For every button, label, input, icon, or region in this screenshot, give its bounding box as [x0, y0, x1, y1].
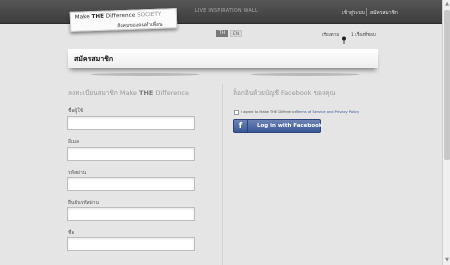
facebook-login-title: ล็อกอินด้วยบัญชี Facebook ของคุณ [233, 89, 336, 97]
pin-icon[interactable] [341, 29, 347, 44]
email-label: อีเมล [68, 139, 80, 145]
password-field[interactable] [67, 177, 195, 191]
password-label: รหัสผ่าน [68, 170, 87, 176]
register-link[interactable]: สมัครสมาชิก [370, 9, 398, 17]
confirm-password-label: ยืนยันรหัสผ่าน [68, 200, 99, 206]
facebook-icon: f [234, 120, 248, 132]
scroll-up-icon[interactable]: ▲ [444, 1, 450, 8]
username-label: ชื่อผู้ใช้ [68, 108, 84, 114]
nav-divider [366, 8, 367, 16]
facebook-login-label: Log in with Facebook [257, 123, 323, 129]
terms-link[interactable]: Terms of Service and Privacy Policy [296, 110, 359, 114]
column-divider [222, 84, 223, 265]
page-scrollbar[interactable]: ▲ ▼ [442, 0, 450, 265]
top-nav-bar: LIVE INSPIRATION WALL เข้าสู่ระบบ สมัครส… [0, 0, 450, 24]
logo-title: Make THE Difference SOCIETY [74, 11, 162, 21]
banner-shadow-right [250, 73, 360, 76]
terms-text: I agree to Make THE Difference [241, 110, 297, 114]
register-section-title: ลงทะเบียนสมาชิก Make THE Difference [68, 89, 189, 97]
sort-label: เรียงตาม [322, 33, 340, 38]
first-name-field[interactable] [67, 237, 195, 251]
banner-shadow-left [90, 73, 200, 76]
username-field[interactable] [67, 116, 195, 130]
favorites-link[interactable]: 1 เรื่องที่ชอบ [351, 31, 376, 38]
page-title: สมัครสมาชิก [74, 55, 114, 63]
facebook-login-button[interactable]: f Log in with Facebook [233, 119, 323, 133]
login-link[interactable]: เข้าสู่ระบบ [342, 9, 365, 17]
email-field[interactable] [67, 147, 195, 161]
live-inspiration-wall-link[interactable]: LIVE INSPIRATION WALL [195, 9, 258, 14]
language-en-button[interactable]: EN [230, 30, 242, 37]
logo-tagline: สังคมของคนทำเพื่อน [117, 21, 163, 30]
first-name-label: ชื่อ [68, 230, 75, 236]
site-logo[interactable]: Make THE Difference SOCIETY สังคมของคนทำ… [69, 8, 178, 32]
terms-checkbox[interactable] [234, 110, 239, 115]
scrollbar-thumb[interactable] [444, 10, 450, 160]
confirm-password-field[interactable] [67, 207, 195, 221]
scroll-down-icon[interactable]: ▼ [444, 257, 450, 264]
page-banner: สมัครสมาชิก [68, 49, 378, 68]
language-th-button[interactable]: TH [216, 30, 228, 37]
